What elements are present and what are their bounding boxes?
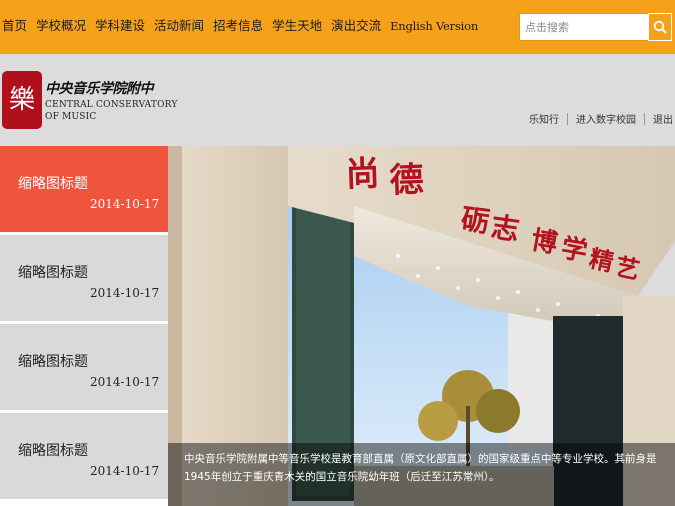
thumbnail-item-3[interactable]: 缩略图标题 2014-10-17	[0, 324, 168, 410]
top-nav-bar: 首页 学校概况 学科建设 活动新闻 招考信息 学生天地 演出交流 English…	[0, 0, 675, 54]
link-lezhixing[interactable]: 乐知行	[529, 111, 559, 126]
school-name-cn: 中央音乐学院附中	[45, 81, 154, 97]
school-logo[interactable]: 樂	[2, 71, 42, 129]
main-nav: 首页 学校概况 学科建设 活动新闻 招考信息 学生天地 演出交流 English…	[0, 16, 487, 36]
search-button[interactable]	[648, 13, 672, 41]
thumbnail-date: 2014-10-17	[90, 286, 160, 300]
divider	[567, 112, 568, 125]
nav-home[interactable]: 首页	[2, 16, 27, 36]
caption-overlay: 中央音乐学院附属中等音乐学校是教育部直属（原文化部直属）的国家级重点中等专业学校…	[168, 443, 675, 506]
thumbnail-item-2[interactable]: 缩略图标题 2014-10-17	[0, 235, 168, 321]
link-logout[interactable]: 退出	[653, 111, 673, 126]
nav-english[interactable]: English Version	[390, 16, 478, 36]
thumbnail-title: 缩略图标题	[18, 176, 88, 192]
search-input[interactable]	[520, 14, 648, 40]
nav-students[interactable]: 学生天地	[272, 16, 322, 36]
svg-text:德: 德	[389, 160, 424, 201]
school-name-en: CENTRAL CONSERVATORY OF MUSIC	[45, 99, 178, 123]
svg-text:砺: 砺	[459, 202, 491, 239]
nav-news[interactable]: 活动新闻	[154, 16, 204, 36]
school-name-en-line1: CENTRAL CONSERVATORY	[45, 100, 178, 110]
slide-caption: 中央音乐学院附属中等音乐学校是教育部直属（原文化部直属）的国家级重点中等专业学校…	[184, 453, 657, 483]
utility-links: 乐知行 进入数字校园 退出	[529, 111, 673, 126]
thumbnail-date: 2014-10-17	[90, 197, 160, 211]
link-digital-campus[interactable]: 进入数字校园	[576, 111, 636, 126]
svg-text:志: 志	[489, 210, 521, 247]
thumbnail-date: 2014-10-17	[90, 464, 160, 478]
search-box	[519, 13, 672, 41]
thumbnail-item-1[interactable]: 缩略图标题 2014-10-17	[0, 146, 168, 232]
thumbnail-list: 缩略图标题 2014-10-17 缩略图标题 2014-10-17 缩略图标题 …	[0, 146, 168, 506]
svg-text:学: 学	[559, 232, 590, 267]
search-icon	[653, 20, 667, 34]
svg-text:博: 博	[529, 225, 560, 259]
thumbnail-title: 缩略图标题	[18, 443, 88, 459]
thumbnail-title: 缩略图标题	[18, 265, 88, 281]
school-name-en-line2: OF MUSIC	[45, 112, 97, 122]
divider	[644, 112, 645, 125]
logo-glyph: 樂	[8, 85, 35, 115]
nav-performances[interactable]: 演出交流	[331, 16, 381, 36]
nav-admissions[interactable]: 招考信息	[213, 16, 263, 36]
thumbnail-date: 2014-10-17	[90, 375, 160, 389]
site-header: 樂 中央音乐学院附中 CENTRAL CONSERVATORY OF MUSIC…	[0, 54, 675, 146]
thumbnail-item-4[interactable]: 缩略图标题 2014-10-17	[0, 413, 168, 499]
thumbnail-title: 缩略图标题	[18, 354, 88, 370]
svg-text:尚: 尚	[345, 154, 380, 195]
slideshow-image[interactable]: 尚 德 砺 志 博 学 精 艺 中央音乐学院附属中等音乐学校是教育部直属（原文化…	[168, 146, 675, 506]
nav-about[interactable]: 学校概况	[36, 16, 86, 36]
nav-disciplines[interactable]: 学科建设	[95, 16, 145, 36]
